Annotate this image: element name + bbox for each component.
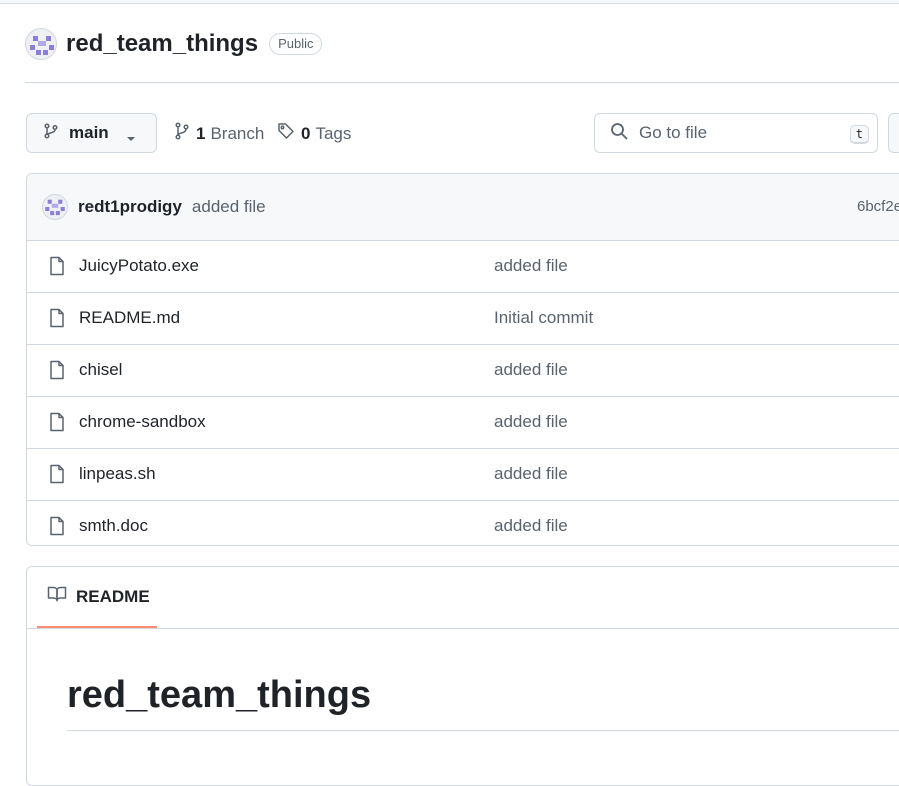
file-icon [49, 308, 65, 333]
file-icon [49, 516, 65, 541]
file-commit-message[interactable]: added file [494, 516, 568, 536]
file-commit-message[interactable]: added file [494, 256, 568, 276]
book-icon [47, 585, 67, 608]
readme-heading: red_team_things [67, 674, 372, 716]
git-branch-icon [43, 122, 59, 144]
file-commit-message[interactable]: added file [494, 412, 568, 432]
tags-label: Tags [315, 123, 352, 143]
visibility-badge: Public [269, 33, 323, 55]
tag-icon [277, 122, 295, 145]
tags-link[interactable]: 0 Tags [277, 122, 351, 145]
go-to-file-input[interactable]: Go to file t [594, 113, 878, 153]
file-row[interactable]: smth.doc added file [27, 501, 899, 545]
file-row[interactable]: chisel added file [27, 345, 899, 397]
readme-tab-bar: README [27, 567, 899, 629]
file-icon [49, 256, 65, 281]
file-name-link[interactable]: smth.doc [79, 516, 148, 536]
owner-avatar[interactable] [25, 28, 57, 60]
branches-count: 1 [196, 123, 206, 143]
file-icon [49, 464, 65, 489]
git-branch-icon [174, 122, 190, 145]
file-row[interactable]: JuicyPotato.exe added file [27, 241, 899, 293]
file-row[interactable]: chrome-sandbox added file [27, 397, 899, 449]
tab-readme-label: README [76, 586, 150, 606]
search-icon [610, 122, 628, 145]
tab-readme[interactable]: README [37, 567, 157, 628]
file-icon [49, 360, 65, 385]
keyboard-shortcut-hint: t [849, 125, 869, 144]
file-table: redt1prodigy added file 6bcf2e JuicyPota… [26, 173, 899, 546]
top-border [0, 0, 899, 4]
file-name-link[interactable]: linpeas.sh [79, 464, 156, 484]
file-icon [49, 412, 65, 437]
file-row[interactable]: linpeas.sh added file [27, 449, 899, 501]
commit-message-link[interactable]: added file [192, 197, 266, 217]
tags-count: 0 [301, 123, 311, 143]
add-file-button[interactable] [888, 113, 899, 153]
readme-panel: README red_team_things [26, 566, 899, 786]
heading-divider [67, 730, 899, 731]
file-commit-message[interactable]: added file [494, 360, 568, 380]
file-commit-message[interactable]: Initial commit [494, 308, 593, 328]
repo-header: red_team_things Public [25, 27, 323, 61]
branches-label: Branch [210, 123, 265, 143]
file-commit-message[interactable]: added file [494, 464, 568, 484]
file-row[interactable]: README.md Initial commit [27, 293, 899, 345]
file-name-link[interactable]: JuicyPotato.exe [79, 256, 199, 276]
repo-name-link[interactable]: red_team_things [66, 30, 258, 58]
chevron-down-icon [126, 130, 136, 148]
commit-author-link[interactable]: redt1prodigy [78, 197, 182, 217]
branches-link[interactable]: 1 Branch [174, 122, 264, 145]
branch-name: main [69, 123, 109, 142]
branch-selector-button[interactable]: main [26, 113, 157, 153]
file-name-link[interactable]: chrome-sandbox [79, 412, 206, 432]
latest-commit-bar: redt1prodigy added file 6bcf2e [27, 174, 899, 241]
search-placeholder: Go to file [639, 123, 708, 142]
header-divider [25, 82, 899, 83]
file-name-link[interactable]: README.md [79, 308, 180, 328]
author-avatar[interactable] [42, 194, 68, 220]
file-name-link[interactable]: chisel [79, 360, 122, 380]
commit-sha-link[interactable]: 6bcf2e [857, 198, 899, 215]
